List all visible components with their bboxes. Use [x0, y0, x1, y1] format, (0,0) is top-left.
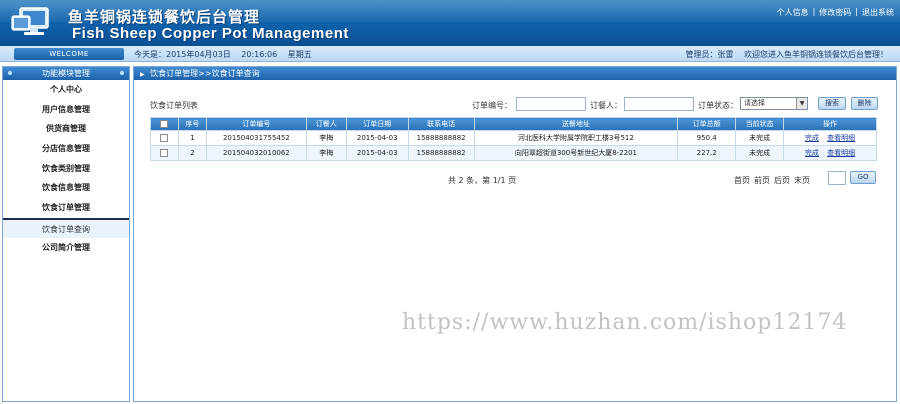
view-details-link[interactable]: 查看明细 [827, 134, 855, 142]
order-no-input[interactable] [516, 97, 586, 111]
search-row: 饮食订单列表 订单编号： 订餐人： 订单状态： 请选择 ▼ 搜索 删除 [150, 97, 878, 111]
sidebar-item-food-info[interactable]: 饮食信息管理 [3, 178, 129, 198]
cell-address: 向阳翠超街道300号新世纪大厦8-2201 [473, 145, 679, 161]
breadcrumb-text: 饮食订单管理>>饮食订单查询 [150, 69, 260, 78]
cell-phone: 15888888882 [407, 145, 475, 161]
dropdown-arrow-icon: ▼ [796, 98, 807, 109]
link-separator: | [812, 7, 816, 16]
status-select-value: 请选择 [744, 99, 765, 107]
page-number-input[interactable] [828, 171, 846, 185]
delete-button[interactable]: 删除 [851, 97, 878, 110]
profile-link[interactable]: 个人信息 [777, 7, 809, 18]
table-header-row: 序号 订单编号 订餐人 订单日期 联系电话 送餐地址 订单总额 当前状态 操作 [150, 117, 877, 131]
welcome-message: 管理员：张雷 欢迎您进入鱼羊铜锅连锁餐饮后台管理！ [677, 49, 888, 60]
link-separator: | [855, 7, 858, 16]
search-button[interactable]: 搜索 [818, 97, 846, 110]
table-row: 1 201504031755452 李梅 2015-04-03 15888888… [150, 130, 877, 146]
status-label: 订单状态： [698, 101, 738, 110]
cell-actions: 完成 查看明细 [783, 145, 877, 161]
cell-order-no: 201504031755452 [205, 130, 307, 146]
list-title: 饮食订单列表 [150, 101, 198, 110]
orders-table: 序号 订单编号 订餐人 订单日期 联系电话 送餐地址 订单总额 当前状态 操作 … [150, 117, 877, 161]
cell-status: 未完成 [735, 130, 785, 146]
status-select[interactable]: 请选择 ▼ [740, 97, 808, 110]
prev-page-link[interactable]: 前页 [754, 175, 770, 186]
view-details-link[interactable]: 查看明细 [827, 149, 855, 157]
col-header: 订单日期 [345, 117, 409, 131]
col-header: 操作 [783, 117, 877, 131]
cell-buyer: 李梅 [305, 130, 347, 146]
computer-monitor-icon [11, 7, 49, 35]
cell-total: 227.2 [677, 145, 737, 161]
top-links: 个人信息 | 修改密码 | 退出系统 [777, 7, 894, 18]
app-title-cn: 鱼羊铜锅连锁餐饮后台管理 [68, 8, 261, 26]
header-banner: 鱼羊铜锅连锁餐饮后台管理 Fish Sheep Copper Pot Manag… [0, 0, 900, 46]
buyer-input[interactable] [624, 97, 694, 111]
main-panel: ▶ 饮食订单管理>>饮食订单查询 饮食订单列表 订单编号： 订餐人： 订单状态：… [133, 66, 897, 402]
col-header: 订餐人 [305, 117, 347, 131]
sidebar-item-order-management[interactable]: 饮食订单管理 [3, 198, 129, 218]
row-select-cell [150, 130, 179, 146]
app-title-en: Fish Sheep Copper Pot Management [72, 25, 349, 42]
time-text: 20:16:06 [241, 50, 278, 59]
first-page-link[interactable]: 首页 [734, 175, 750, 186]
order-no-label: 订单编号： [472, 101, 512, 110]
row-checkbox[interactable] [160, 134, 169, 142]
complete-link[interactable]: 完成 [805, 134, 819, 142]
col-header: 序号 [177, 117, 207, 131]
sidebar-item-order-query[interactable]: 饮食订单查询 [3, 217, 129, 238]
select-all-header [150, 117, 179, 131]
sidebar-item-branch-management[interactable]: 分店信息管理 [3, 139, 129, 159]
col-header: 订单编号 [205, 117, 307, 131]
last-page-link[interactable]: 末页 [794, 175, 810, 186]
cell-total: 950.4 [677, 130, 737, 146]
welcome-label: WELCOME [49, 50, 89, 58]
cell-status: 未完成 [735, 145, 785, 161]
sidebar-header: 功能模块管理 [3, 67, 129, 80]
pagination: 首页 前页 后页 末页 [734, 175, 810, 186]
go-button[interactable]: GO [850, 171, 876, 184]
date-display: 今天是：2015年04月03日 20:16:06 星期五 [134, 49, 320, 60]
watermark: https://www.huzhan.com/ishop12174 [402, 310, 848, 335]
sidebar-item-supplier-management[interactable]: 供货商管理 [3, 119, 129, 139]
cell-date: 2015-04-03 [345, 130, 409, 146]
sidebar-item-user-management[interactable]: 用户信息管理 [3, 100, 129, 120]
next-page-link[interactable]: 后页 [774, 175, 790, 186]
cell-index: 1 [177, 130, 207, 146]
breadcrumb: ▶ 饮食订单管理>>饮食订单查询 [134, 67, 896, 80]
cell-order-no: 201504032010062 [205, 145, 307, 161]
col-header: 当前状态 [735, 117, 785, 131]
sidebar: 功能模块管理 个人中心 用户信息管理 供货商管理 分店信息管理 饮食类别管理 饮… [2, 66, 130, 402]
cell-date: 2015-04-03 [345, 145, 409, 161]
sidebar-item-company-intro[interactable]: 公司简介管理 [3, 238, 129, 258]
col-header: 送餐地址 [473, 117, 679, 131]
buyer-label: 订餐人： [590, 101, 622, 110]
logout-link[interactable]: 退出系统 [862, 7, 894, 18]
arrow-right-icon: ▶ [140, 71, 145, 78]
cell-actions: 完成 查看明细 [783, 130, 877, 146]
complete-link[interactable]: 完成 [805, 149, 819, 157]
sidebar-item-personal-center[interactable]: 个人中心 [3, 80, 129, 100]
select-all-checkbox[interactable] [160, 120, 169, 128]
row-checkbox[interactable] [160, 149, 169, 157]
cell-address: 河北医科大学附属学院职工楼3号512 [473, 130, 679, 146]
sidebar-item-food-category[interactable]: 饮食类别管理 [3, 159, 129, 179]
admin-name: 管理员：张雷 [685, 50, 734, 59]
row-select-cell [150, 145, 179, 161]
welcome-tab: WELCOME [14, 48, 124, 60]
cell-buyer: 李梅 [305, 145, 347, 161]
date-text: 今天是：2015年04月03日 [134, 50, 231, 59]
greeting-text: 欢迎您进入鱼羊铜锅连锁餐饮后台管理！ [744, 50, 888, 59]
weekday-text: 星期五 [287, 50, 312, 59]
status-bar: WELCOME 今天是：2015年04月03日 20:16:06 星期五 管理员… [0, 46, 900, 62]
col-header: 联系电话 [407, 117, 475, 131]
table-row: 2 201504032010062 李梅 2015-04-03 15888888… [150, 145, 877, 161]
pagination-info: 共 2 条，第 1/1 页 [448, 176, 517, 185]
change-password-link[interactable]: 修改密码 [819, 7, 851, 18]
cell-phone: 15888888882 [407, 130, 475, 146]
col-header: 订单总额 [677, 117, 737, 131]
cell-index: 2 [177, 145, 207, 161]
